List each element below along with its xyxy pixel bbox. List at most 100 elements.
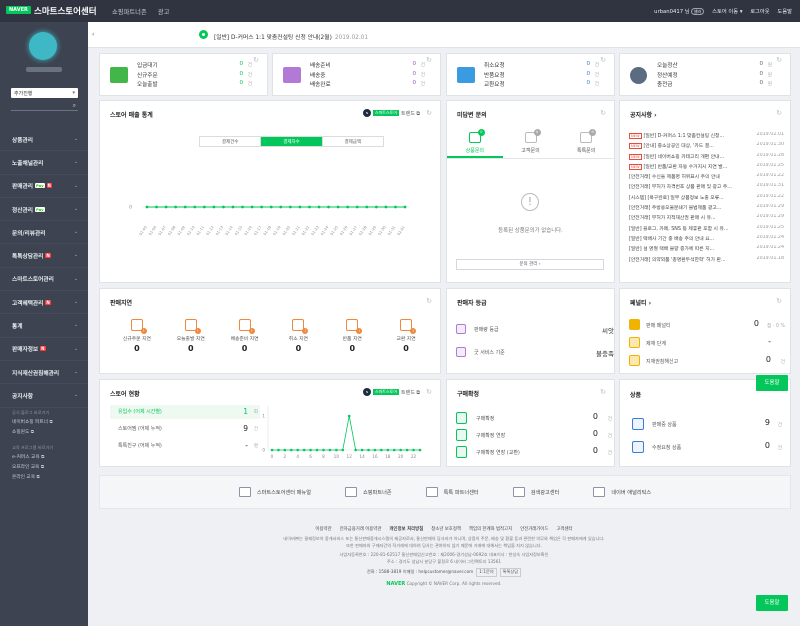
refresh-icon[interactable]: ↻: [426, 297, 432, 305]
footer-link[interactable]: 이용약관: [315, 527, 331, 532]
nav-shopping-partner[interactable]: 쇼핑파트너존: [112, 9, 147, 16]
link-shopping-partner[interactable]: 쇼핑파트너존: [344, 487, 392, 497]
notice-item[interactable]: [일반] 블로그, 카페, SNS 등 제휴판 포함 시 유... 2019.01…: [629, 224, 784, 235]
grade-row-sales[interactable]: 판매량 등급 씨앗: [456, 324, 614, 336]
grade-row-goodservice[interactable]: 굿 서비스 기준 불충족: [456, 347, 614, 359]
sidebar-item[interactable]: 노출채널관리 ⌄: [0, 151, 88, 175]
shortcut-shopping-window[interactable]: 쇼핑윈도 ⧉: [12, 429, 53, 435]
tab-customer-inquiry[interactable]: 0 고객문의: [503, 127, 559, 158]
penalty-row-sales[interactable]: 판매 페널티 0 점 · 0 %: [629, 319, 785, 333]
penalty-row-stage[interactable]: 제재 단계 -: [629, 337, 785, 351]
sidebar-item[interactable]: 고객혜택관리 N ⌄: [0, 291, 88, 315]
refresh-icon[interactable]: ↻: [600, 109, 606, 117]
trend-label[interactable]: 트렌드 ⧉: [401, 110, 420, 117]
sales-delay-item[interactable]: ! 오늘출발 지연 0: [164, 319, 218, 361]
notice-item[interactable]: [안전거래] 의약외품 '총명환두석한학' 허가 판... 2019.01.18: [629, 255, 784, 266]
sidebar-item[interactable]: 톡톡상담관리 N ⌄: [0, 244, 88, 268]
footer-link[interactable]: 청소년 보호정책: [431, 527, 461, 532]
stat-row[interactable]: 교환요청 0 건: [484, 80, 604, 90]
sidebar-item[interactable]: 판매자정보 N ⌄: [0, 338, 88, 361]
stat-row[interactable]: 신규주문 0 건: [137, 71, 257, 81]
stat-row[interactable]: 오늘출발 0 건: [137, 80, 257, 90]
stat-row[interactable]: 배송중 0 건: [310, 71, 430, 81]
tab-payment-amount[interactable]: 결제금액: [323, 137, 383, 146]
tab-product-inquiry[interactable]: 0 상품문의: [447, 127, 503, 158]
talktalk-button[interactable]: 톡톡상담: [499, 568, 522, 577]
notice-item[interactable]: [안전거래] 주방용오물분쇄기 불법제품 광고... 2019.01.29: [629, 204, 784, 214]
inquiry-1to1-button[interactable]: 1:1문의: [476, 568, 497, 577]
stat-row[interactable]: 오늘정산 0 원: [657, 61, 777, 71]
sidebar-item[interactable]: 상품관리 ⌄: [0, 128, 88, 152]
sidebar-item[interactable]: 공지사항 ⌄: [0, 384, 88, 408]
product-row-edit[interactable]: 수정요청 상품 0 건: [632, 441, 782, 457]
confirm-row-1[interactable]: 구매확정 0 건: [456, 412, 612, 428]
sidebar-item[interactable]: 정산관리 Pay ⌄: [0, 198, 88, 222]
help-button[interactable]: 도움말: [756, 375, 788, 391]
sidebar-item[interactable]: 통계 ⌄: [0, 314, 88, 338]
sales-delay-item[interactable]: ! 취소 지연 0: [271, 319, 325, 361]
trend-link[interactable]: N 스마트스토어 트렌드 ⧉: [362, 388, 420, 396]
refresh-icon[interactable]: ↻: [426, 56, 432, 64]
store-avatar[interactable]: [29, 32, 57, 60]
store-move-link[interactable]: 스토어 이동 ▾: [712, 9, 742, 15]
tab-talktalk-inquiry[interactable]: 0 톡톡문의: [558, 127, 614, 158]
notice-title[interactable]: 공지사항 ›: [630, 110, 657, 119]
penalty-title[interactable]: 페널티 ›: [630, 298, 651, 307]
stat-row[interactable]: 배송완료 0 건: [310, 80, 430, 90]
penalty-row-ip[interactable]: 지재권침해신고 0 건: [629, 355, 785, 369]
visit-row-inflow[interactable]: 유입수 (어제 시간별) 1 회: [118, 407, 258, 425]
footer-link[interactable]: 전자금융거래 이용약관: [340, 527, 382, 532]
sidebar-item[interactable]: 판매관리 Pay N ⌄: [0, 175, 88, 198]
notice-banner-title[interactable]: [일반] D-커머스 1:1 맞춤컨설팅 신청 안내(2월): [214, 35, 332, 41]
stat-row[interactable]: 취소요청 0 건: [484, 61, 604, 71]
tab-payment-count[interactable]: 결제건수: [200, 137, 262, 146]
link-search-ads[interactable]: 검색광고센터: [512, 487, 559, 497]
refresh-icon[interactable]: ↻: [426, 109, 432, 117]
notice-item[interactable]: [안전거래] 무허가 지적재산권 판매 시 유... 2019.01.29: [629, 214, 784, 224]
help-link[interactable]: 도움말: [777, 9, 792, 15]
footer-link[interactable]: 고객센터: [556, 527, 572, 532]
link-talktalk-partner[interactable]: 톡톡 파트너센터: [425, 487, 479, 497]
link-analytics[interactable]: 네이버 애널리틱스: [593, 487, 651, 497]
trend-label[interactable]: 트렌드 ⧉: [401, 389, 420, 396]
store-select[interactable]: 추가진행 ▾: [11, 88, 78, 98]
stat-row[interactable]: 배송준비 0 건: [310, 61, 430, 71]
sidebar-item[interactable]: 지식재산권침해관리 ⌄: [0, 361, 88, 385]
notice-item[interactable]: NEW [일반] 네이버쇼핑 카테고리 개편 안내... 2019.01.28: [629, 152, 784, 163]
naver-logo[interactable]: NAVER: [6, 6, 31, 14]
refresh-icon[interactable]: ↻: [776, 56, 782, 64]
sales-delay-item[interactable]: ! 교환 지연 0: [379, 319, 433, 361]
sales-delay-item[interactable]: ! 신규주문 지연 0: [110, 319, 164, 361]
confirm-row-3[interactable]: 구매확정 연장 (교환) 0 건: [456, 446, 612, 462]
tab-payer-count[interactable]: 결제자수: [261, 137, 323, 146]
notice-item[interactable]: [안전거래] 무허가 자격번호 상품 판매 및 광고 주... 2019.01.3…: [629, 183, 784, 193]
sidebar-search-input[interactable]: ⌕: [11, 102, 78, 111]
notice-item[interactable]: [일반] 택배사 기간 중 배송 주의 안내 요... 2019.01.24: [629, 234, 784, 245]
notice-item[interactable]: NEW [일반] 반품/교환 자동 수거지시 지연 발... 2019.01.25: [629, 162, 784, 173]
notice-item[interactable]: [안전거래] 수신을 제품명 허위표시 주의 안내 2019.01.22: [629, 173, 784, 183]
shortcut-online-edu[interactable]: 온라인 교육 ⧉: [12, 474, 53, 480]
notice-item[interactable]: NEW [안내] 중소상공인 대상, '카드 결... 2019.01.30: [629, 142, 784, 152]
link-manual[interactable]: 스마트스토어센터 매뉴얼: [238, 487, 311, 497]
product-row-onsale[interactable]: 판매중 상품 9 건: [632, 418, 782, 434]
sidebar-item[interactable]: 문의/리뷰관리 ⌄: [0, 221, 88, 245]
inquiry-manage-button[interactable]: 문의 관리 ›: [456, 259, 604, 270]
stat-row[interactable]: 충전금 0 원: [657, 80, 777, 90]
refresh-icon[interactable]: ↻: [776, 109, 782, 117]
sales-delay-item[interactable]: ! 반품 지연 0: [325, 319, 379, 361]
footer-link[interactable]: 안전거래가이드: [520, 527, 548, 532]
sidebar-item[interactable]: 스마트스토어관리 ⌄: [0, 268, 88, 292]
shortcut-offline-edu[interactable]: 오프라인 교육 ⧉: [12, 464, 53, 470]
shortcut-ecommerce-edu[interactable]: e-커머스 교육 ⧉: [12, 454, 53, 460]
stat-row[interactable]: 정산예정 0 원: [657, 71, 777, 81]
notice-item[interactable]: [일반] 설 명절 택배 물량 증가에 따른 지... 2019.01.24: [629, 245, 784, 255]
visit-row-wishlist[interactable]: 스토어찜 (어제 누적) 9 건: [118, 424, 258, 442]
logout-link[interactable]: 로그아웃: [750, 9, 770, 15]
footer-link[interactable]: 개인정보 처리방침: [389, 527, 423, 532]
confirm-row-2[interactable]: 구매확정 연장 0 건: [456, 429, 612, 445]
notice-banner-text[interactable]: [일반] D-커머스 1:1 맞춤컨설팅 신청 안내(2월) 2019.02.01: [214, 32, 368, 41]
refresh-icon[interactable]: ↻: [600, 56, 606, 64]
search-icon[interactable]: ⌕: [73, 102, 76, 110]
notice-item[interactable]: [시스템] [복구완료] 일부 상품정보 노출 오류... 2019.01.22: [629, 193, 784, 204]
refresh-icon[interactable]: ↻: [776, 297, 782, 305]
